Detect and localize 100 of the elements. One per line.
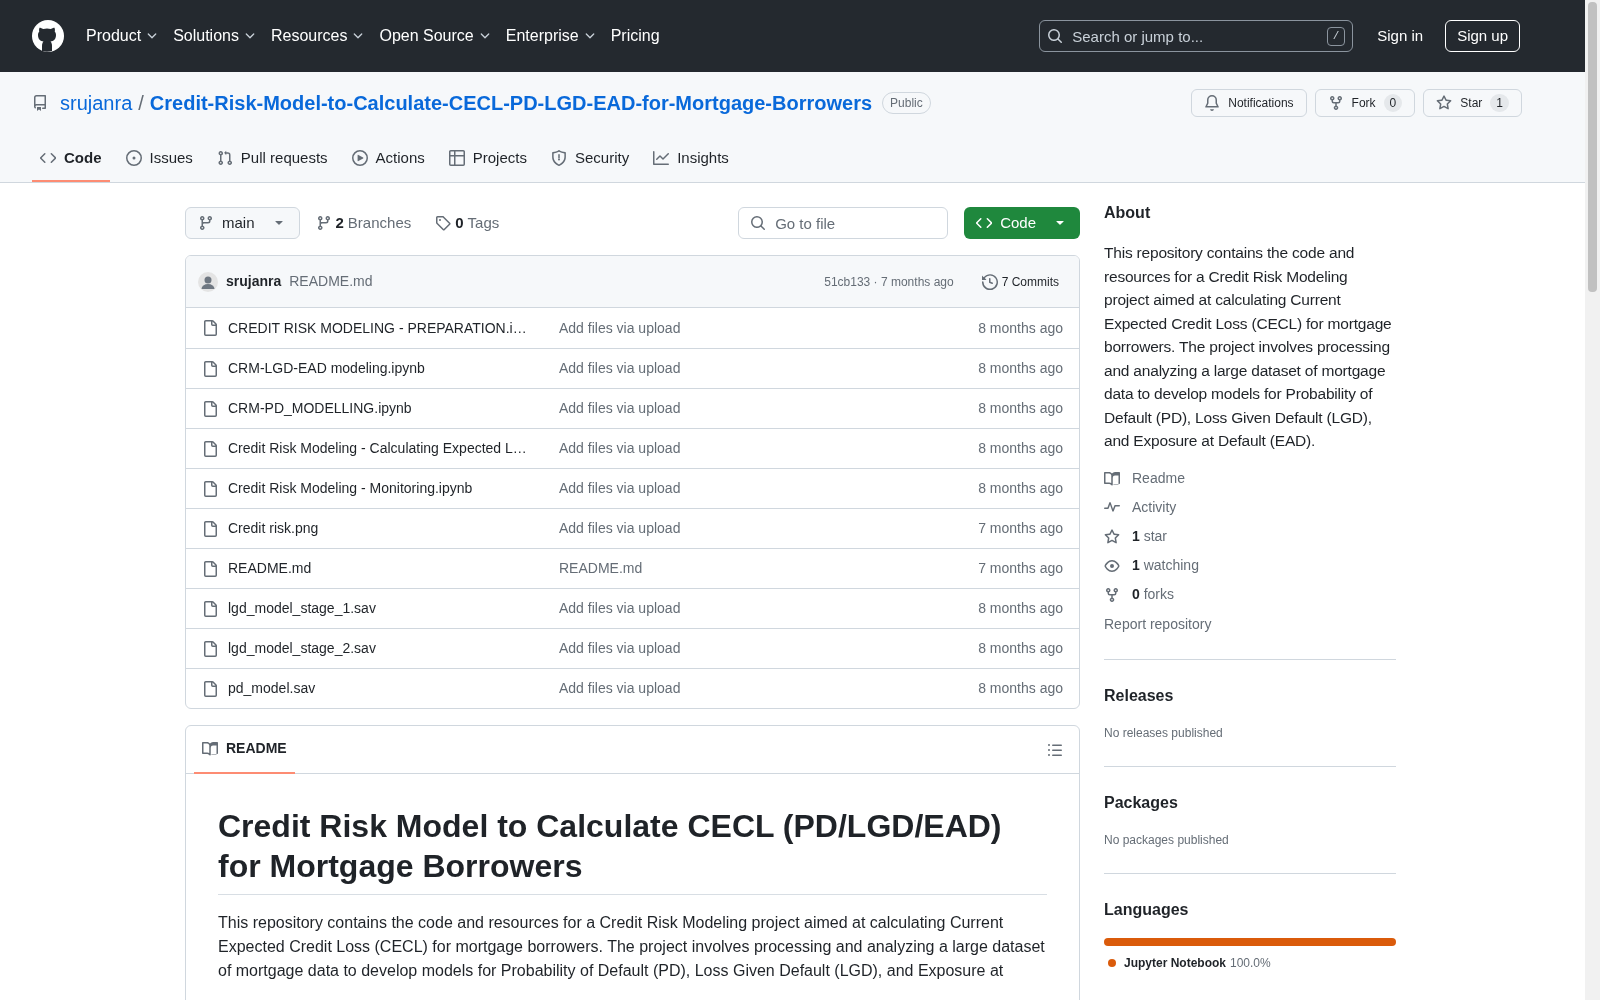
commit-message-link[interactable]: Add files via upload (559, 638, 681, 659)
file-name-link[interactable]: Credit risk.png (228, 518, 544, 539)
table-icon (448, 150, 465, 166)
fork-button[interactable]: Fork 0 (1314, 89, 1416, 117)
repository-name-link[interactable]: Credit-Risk-Model-to-Calculate-CECL-PD-LGD-EAD-for-Mortgage-Borrowers (149, 88, 873, 118)
file-icon (202, 680, 218, 697)
file-name-link[interactable]: Credit Risk Modeling - Calculating Expected L… (228, 438, 544, 459)
about-link[interactable]: 1 star (1104, 526, 1396, 547)
star-icon (1104, 528, 1120, 545)
nav-menu-item[interactable]: Resources (270, 24, 366, 48)
readme-title: Credit Risk Model to Calculate CECL (PD/LGD/EAD) for Mortgage Borrowers (218, 806, 1047, 895)
file-name-link[interactable]: pd_model.sav (228, 678, 544, 699)
bell-icon (1204, 95, 1221, 111)
commit-message-link[interactable]: Add files via upload (559, 317, 681, 339)
packages-note: No packages published (1104, 831, 1230, 849)
book-icon (1104, 470, 1120, 487)
readme-paragraph: This repository contains the code and resources for a Credit Risk Modeling project aimed at calculating Current Expected Credit Loss (CECL) for mortgage borrowers. The project involves processing and analyzing a large dataset of mortgage data to develop models for Probability of Default (PD), Loss Given Default (LGD), and Exposure at (218, 913, 1046, 981)
notifications-button[interactable]: Notifications (1191, 89, 1307, 117)
shortcut-key: / (1326, 27, 1346, 46)
file-name-link[interactable]: README.md (228, 558, 544, 579)
cat-logo-icon[interactable] (32, 20, 64, 52)
file-name-link[interactable]: CRM-LGD-EAD modeling.ipynb (228, 358, 544, 379)
commit-message-link[interactable]: Add files via upload (559, 518, 681, 539)
file-icon (202, 320, 218, 336)
repo-tab[interactable]: Insights (645, 136, 737, 182)
search-icon (750, 215, 767, 231)
commit-message-link[interactable]: Add files via upload (559, 478, 681, 499)
nav-menu-item[interactable]: Pricing (610, 24, 660, 48)
branch-selector[interactable]: main (185, 207, 300, 239)
repo-tab[interactable]: Projects (440, 136, 535, 182)
report-repository-link[interactable]: Report repository (1104, 613, 1396, 635)
about-link[interactable]: 1 watching (1104, 555, 1396, 576)
file-icon (202, 360, 218, 377)
commit-message-link[interactable]: README.md (559, 558, 643, 579)
language-link[interactable]: Jupyter Notebook 100.0% (1108, 953, 1271, 972)
file-name-link[interactable]: Credit Risk Modeling - Monitoring.ipynb (228, 478, 544, 499)
sign-in-link[interactable]: Sign in (1377, 24, 1424, 48)
pull-request-icon (216, 150, 233, 166)
file-icon (202, 440, 218, 457)
sign-up-button[interactable]: Sign up (1445, 20, 1520, 52)
graph-icon (653, 150, 670, 166)
play-icon (351, 150, 368, 166)
repo-tab[interactable]: Security (542, 136, 638, 182)
branches-link[interactable]: 2 Branches (307, 211, 420, 235)
star-icon (1436, 95, 1453, 111)
releases-note: No releases published (1104, 724, 1224, 742)
about-link[interactable]: 0 forks (1104, 584, 1396, 605)
file-name-link[interactable]: CREDIT RISK MODELING - PREPARATION.i… (228, 317, 544, 339)
code-icon (40, 150, 56, 166)
repo-tab[interactable]: Issues (117, 136, 201, 182)
file-time: 8 months ago (978, 599, 1063, 618)
file-time: 8 months ago (978, 399, 1063, 418)
nav-menu-item[interactable]: Open Source (379, 24, 492, 48)
avatar[interactable] (198, 271, 218, 292)
eye-icon (1104, 557, 1120, 574)
commit-message-link[interactable]: Add files via upload (559, 678, 681, 699)
file-icon (202, 640, 218, 657)
owner-link[interactable]: srujanra (60, 88, 133, 118)
file-time: 8 months ago (978, 439, 1063, 458)
tags-link[interactable]: 0 Tags (427, 211, 508, 235)
file-time: 8 months ago (978, 639, 1063, 658)
commit-message-link[interactable]: Add files via upload (559, 358, 681, 379)
about-link[interactable]: Activity (1104, 497, 1396, 518)
scrollbar[interactable] (1585, 0, 1600, 1000)
file-icon (202, 600, 218, 617)
path-separator: / (138, 91, 144, 116)
nav-menu-item[interactable]: Solutions (173, 24, 257, 48)
file-name-link[interactable]: lgd_model_stage_2.sav (228, 638, 544, 659)
readme-tab[interactable]: README (194, 725, 295, 774)
commits-link[interactable]: 7 Commits (973, 272, 1067, 291)
tag-icon (435, 215, 452, 231)
shield-icon (550, 150, 567, 166)
code-button[interactable]: Code (964, 207, 1080, 239)
nav-menu-item[interactable]: Product (86, 24, 160, 48)
about-description: This repository contains the code and resources for a Credit Risk Modeling project aimed at calculating Current Expected Credit Loss (CECL) for mortgage borrowers. The project involves processing and analyzing a large dataset of mortgage data to develop models for Probability of Default (PD), Loss Given Default (LGD), and Exposure at Default (EAD). (1104, 243, 1393, 451)
releases-heading: Releases (1104, 685, 1175, 706)
commit-message-link[interactable]: Add files via upload (559, 598, 681, 619)
branch-icon (315, 215, 332, 231)
file-icon (202, 520, 218, 537)
repo-tab[interactable]: Code (32, 136, 110, 182)
file-name-link[interactable]: CRM-PD_MODELLING.ipynb (228, 398, 544, 419)
about-link[interactable]: Readme (1104, 468, 1396, 489)
packages-heading: Packages (1104, 792, 1179, 813)
code-icon (976, 215, 993, 231)
commit-message-link[interactable]: README.md (289, 271, 373, 292)
file-icon (202, 480, 218, 497)
star-button[interactable]: Star 1 (1423, 89, 1522, 117)
go-to-file-field[interactable]: Go to file (738, 207, 949, 239)
fork-icon (1327, 95, 1344, 111)
commit-message-link[interactable]: Add files via upload (559, 438, 681, 459)
file-name-link[interactable]: lgd_model_stage_1.sav (228, 598, 544, 619)
commit-message-link[interactable]: Add files via upload (559, 398, 681, 419)
file-time: 7 months ago (978, 559, 1063, 578)
book-icon (202, 740, 218, 757)
commit-author-link[interactable]: srujanra (226, 271, 282, 292)
repo-tab[interactable]: Pull requests (208, 136, 336, 182)
languages-heading: Languages (1104, 899, 1190, 920)
repo-tab[interactable]: Actions (343, 136, 433, 182)
nav-menu-item[interactable]: Enterprise (505, 24, 597, 48)
search-icon (1047, 28, 1064, 44)
